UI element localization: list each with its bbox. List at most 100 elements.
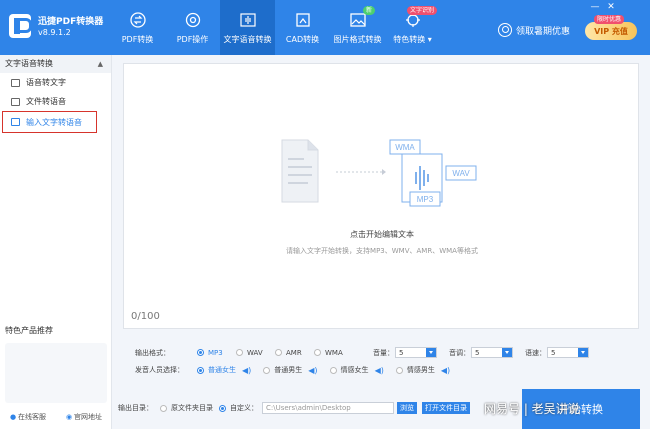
vip-recharge-button[interactable]: VIP 充值	[585, 22, 637, 40]
dir-original-radio[interactable]: 原文件夹目录	[160, 403, 213, 413]
summer-promo-link[interactable]: 领取暑期优惠	[498, 23, 570, 37]
limited-offer-tag: 限时优惠	[594, 15, 625, 24]
link-label: 官网地址	[74, 413, 103, 421]
gear-icon	[184, 11, 202, 29]
tab-label: 文字语音转换	[223, 34, 272, 44]
radio-dot	[275, 349, 282, 356]
text-to-audio-illustration: WMA WAV MP3	[281, 139, 477, 207]
volume-label: 音量：	[373, 348, 394, 357]
sidebar-item-input-text-to-speech[interactable]: 输入文字转语音	[2, 111, 97, 133]
radio-dot	[329, 366, 337, 374]
voice-row: 发音人员选择： 普通女生 ◀) 普通男生 ◀) 情感女生 ◀) 情感男生 ◀)	[135, 365, 450, 375]
voice-normal-female-radio[interactable]: 普通女生	[197, 365, 236, 375]
featured-products-title: 特色产品推荐	[5, 326, 53, 335]
swap-circle-icon	[129, 11, 147, 29]
voice-normal-male-radio[interactable]: 普通男生	[263, 365, 302, 375]
tab-label: 图片格式转换	[333, 34, 382, 44]
soundwave-icon	[239, 11, 257, 29]
tab-image-format[interactable]: 新 图片格式转换	[330, 0, 385, 55]
radio-label: 普通男生	[274, 366, 303, 374]
speaker-icon[interactable]: ◀)	[375, 366, 384, 375]
format-row: 输出格式： MP3 WAV AMR WMA 音量： 5 音调： 5 语速： 5	[135, 347, 589, 358]
watermark: 网易号 | 老吴讲说	[484, 402, 580, 416]
tab-special-convert[interactable]: 文字识别 特色转换 ▾	[385, 0, 440, 55]
browse-button[interactable]: 浏览	[397, 402, 417, 414]
open-folder-button[interactable]: 打开文件目录	[422, 402, 470, 414]
tab-label: PDF转换	[121, 34, 154, 44]
chevron-up-icon: ▲	[97, 60, 103, 68]
sidebar: 文字语音转换 ▲ 语音转文字 文件转语音 输入文字转语音 特色产品推荐 ● 在线客…	[0, 55, 112, 429]
char-count: 0/100	[131, 311, 160, 322]
format-amr-radio[interactable]: AMR	[275, 349, 314, 357]
tab-text-speech[interactable]: 文字语音转换	[220, 0, 275, 55]
section-title: 文字语音转换	[5, 59, 53, 68]
radio-dot	[314, 349, 321, 356]
tab-label: PDF操作	[176, 34, 209, 44]
radio-label: 自定义：	[230, 404, 258, 412]
pitch-select[interactable]: 5	[471, 347, 513, 358]
sidebar-section-header[interactable]: 文字语音转换 ▲	[0, 55, 111, 73]
sidebar-item-label: 文件转语音	[26, 97, 66, 106]
format-label: WMA	[395, 143, 415, 152]
edit-hint-title: 点击开始编辑文本	[350, 230, 414, 239]
radio-dot	[197, 366, 204, 374]
main-nav: PDF转换 PDF操作 文字语音转换 CAD转换 新 图片格式转换 文字识别 特…	[110, 0, 440, 55]
radio-label: AMR	[286, 348, 302, 357]
format-wav-radio[interactable]: WAV	[236, 349, 275, 357]
arrow-head-icon	[382, 169, 386, 175]
speaker-icon[interactable]: ◀)	[308, 366, 317, 375]
format-mp3-radio[interactable]: MP3	[197, 349, 236, 357]
speed-label: 语速：	[525, 348, 546, 357]
tab-cad-convert[interactable]: CAD转换	[275, 0, 330, 55]
minimize-button[interactable]: —	[590, 2, 600, 12]
window-controls: — ✕	[590, 2, 616, 12]
speaker-icon[interactable]: ◀)	[441, 366, 450, 375]
pitch-label: 音调：	[449, 348, 470, 357]
official-site-link[interactable]: ◉ 官网地址	[66, 412, 102, 422]
volume-select[interactable]: 5	[395, 347, 437, 358]
voice-emotion-male-radio[interactable]: 情感男生	[395, 365, 435, 375]
edit-hint-subtitle: 请输入文字开始转换，支持MP3、WMV、AMR、WMA等格式	[286, 247, 478, 255]
radio-label: 普通女生	[208, 366, 236, 374]
radio-label: MP3	[208, 348, 223, 357]
user-circle-icon	[498, 23, 512, 37]
sidebar-item-speech-to-text[interactable]: 语音转文字	[0, 73, 111, 92]
dir-custom-radio[interactable]: 自定义：	[219, 403, 258, 413]
link-label: 在线客服	[18, 413, 47, 421]
voice-emotion-female-radio[interactable]: 情感女生	[329, 365, 369, 375]
tab-pdf-convert[interactable]: PDF转换	[110, 0, 165, 55]
sidebar-item-file-to-speech[interactable]: 文件转语音	[0, 92, 111, 111]
featured-products-panel[interactable]	[5, 343, 107, 403]
document-icon	[11, 97, 20, 106]
text-box-icon	[11, 118, 20, 126]
folder-icon	[11, 78, 20, 87]
radio-dot	[263, 366, 271, 374]
globe-icon: ◉	[65, 413, 73, 421]
format-label: WAV	[452, 169, 470, 178]
speaker-icon[interactable]: ◀)	[242, 366, 251, 375]
radio-label: WAV	[247, 348, 263, 357]
radio-label: 情感男生	[406, 366, 435, 374]
close-button[interactable]: ✕	[606, 2, 616, 12]
format-tag-wma: WMA	[389, 139, 421, 155]
text-editor-area[interactable]: WMA WAV MP3 点击开始编辑文本 请输入文字开始转换，支持MP3、WMV…	[123, 63, 639, 329]
ocr-badge: 文字识别	[407, 6, 438, 15]
radio-dot	[197, 349, 204, 356]
new-badge: 新	[363, 6, 376, 15]
format-label: 输出格式：	[135, 348, 170, 357]
sidebar-item-label: 输入文字转语音	[26, 117, 82, 127]
format-label: MP3	[417, 195, 434, 204]
format-tag-wav: WAV	[445, 165, 477, 181]
app-logo	[9, 14, 32, 38]
radio-label: WMA	[325, 348, 343, 357]
output-row: 输出目录： 原文件夹目录 自定义： C:\Users\admin\Desktop…	[118, 402, 470, 414]
online-service-link[interactable]: ● 在线客服	[10, 412, 46, 422]
tab-pdf-operate[interactable]: PDF操作	[165, 0, 220, 55]
format-wma-radio[interactable]: WMA	[314, 349, 373, 357]
sidebar-item-label: 语音转文字	[26, 78, 66, 87]
top-bar: 迅捷PDF转换器 v8.9.1.2 PDF转换 PDF操作 文字语音转换 CAD…	[0, 0, 650, 55]
radio-label: 情感女生	[340, 366, 369, 374]
output-path-input[interactable]: C:\Users\admin\Desktop	[262, 402, 394, 414]
speed-select[interactable]: 5	[547, 347, 589, 358]
radio-dot	[219, 404, 226, 412]
